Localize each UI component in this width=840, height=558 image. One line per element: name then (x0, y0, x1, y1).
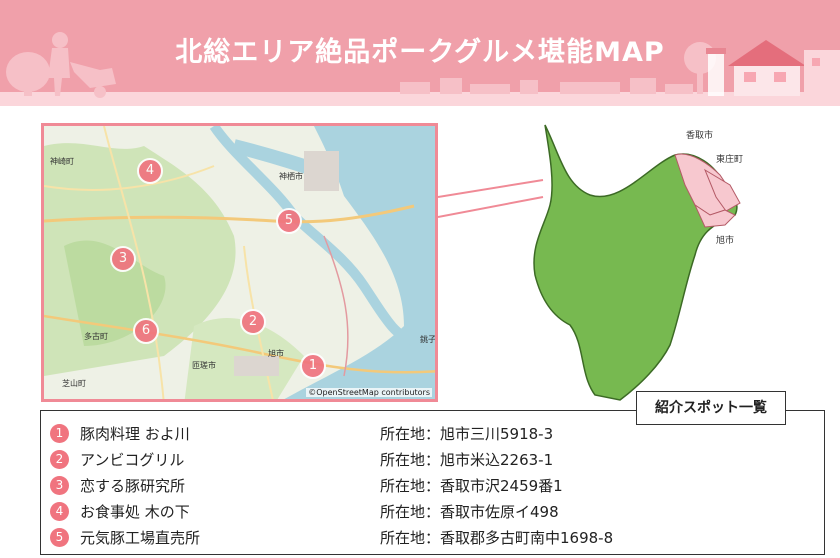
map-pin-1[interactable]: 1 (300, 353, 326, 379)
spot-address: 所在地：香取郡多古町南中1698-8 (380, 529, 614, 547)
spot-list-header: 紹介スポット一覧 (636, 391, 786, 425)
map-place-label: 匝瑳市 (192, 361, 216, 370)
spot-address: 所在地：香取市沢2459番1 (380, 477, 563, 495)
street-map-base (44, 126, 435, 399)
list-item[interactable]: 1 豚肉料理 およ川 所在地：旭市三川5918-3 (50, 422, 810, 444)
spot-number: 4 (50, 502, 69, 521)
map-place-label: 芝山町 (62, 379, 86, 388)
spot-address: 所在地：旭市三川5918-3 (380, 425, 554, 443)
map-place-label: 神崎町 (50, 157, 74, 166)
map-pin-2[interactable]: 2 (240, 309, 266, 335)
map-attribution: ©OpenStreetMap contributors (306, 388, 432, 397)
map-place-label: 多古町 (84, 332, 108, 341)
map-pin-5[interactable]: 5 (276, 208, 302, 234)
spot-name: アンビコグリル (80, 451, 185, 469)
spot-address: 所在地：旭市米込2263-1 (380, 451, 554, 469)
city-label-asahi: 旭市 (716, 236, 735, 246)
spot-number: 1 (50, 424, 69, 443)
map-place-label: 神栖市 (279, 172, 303, 181)
spot-number: 2 (50, 450, 69, 469)
page-title: 北総エリア絶品ポークグルメ堪能MAP (175, 37, 665, 68)
list-item[interactable]: 5 元気豚工場直売所 所在地：香取郡多古町南中1698-8 (50, 526, 810, 548)
header-banner: 北総エリア絶品ポークグルメ堪能MAP (0, 0, 840, 106)
list-item[interactable]: 3 恋する豚研究所 所在地：香取市沢2459番1 (50, 474, 810, 496)
map-place-label: 銚子 (420, 335, 436, 344)
spot-number: 3 (50, 476, 69, 495)
city-label-katori: 香取市 (686, 131, 714, 141)
map-pin-6[interactable]: 6 (133, 318, 159, 344)
spot-number: 5 (50, 528, 69, 547)
map-pin-3[interactable]: 3 (110, 246, 136, 272)
city-label-tonosho: 東庄町 (716, 155, 744, 165)
map-place-label: 旭市 (268, 349, 284, 358)
spot-name: お食事処 木の下 (80, 503, 190, 521)
street-map[interactable]: 神崎町 神栖市 旭市 匝瑳市 多古町 銚子 芝山町 4 5 3 2 6 1 ©O… (41, 123, 438, 402)
spot-name: 豚肉料理 およ川 (80, 425, 190, 443)
spot-name: 元気豚工場直売所 (80, 529, 201, 547)
list-item[interactable]: 2 アンビコグリル 所在地：旭市米込2263-1 (50, 448, 810, 470)
list-item[interactable]: 4 お食事処 木の下 所在地：香取市佐原イ498 (50, 500, 810, 522)
spot-address: 所在地：香取市佐原イ498 (380, 503, 559, 521)
spot-name: 恋する豚研究所 (80, 477, 186, 495)
map-pin-4[interactable]: 4 (137, 158, 163, 184)
